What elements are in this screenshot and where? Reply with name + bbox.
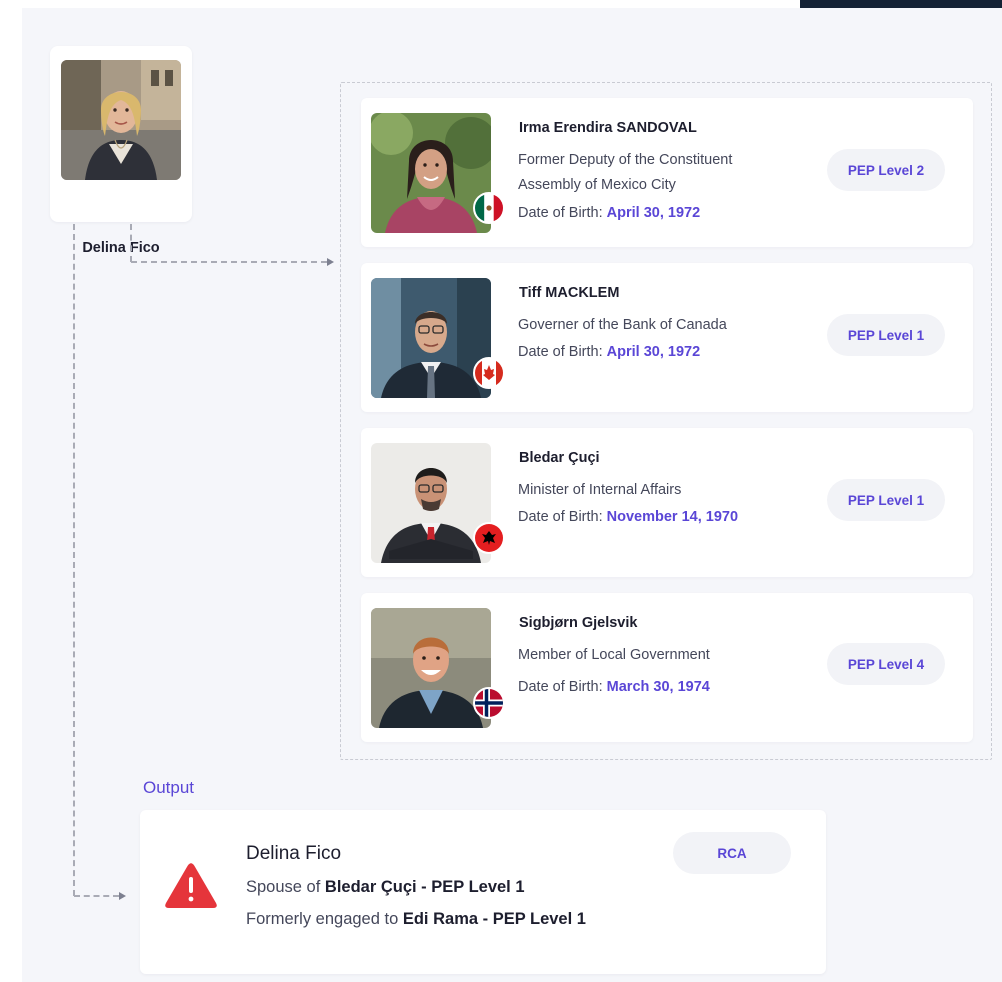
match-dob: Date of Birth: April 30, 1972	[518, 344, 700, 360]
relation-target: Bledar Çuçi - PEP Level 1	[324, 878, 525, 896]
dob-value: April 30, 1972	[606, 344, 701, 360]
subject-name: Delina Fico	[82, 240, 160, 256]
albania-flag-icon	[473, 522, 505, 554]
connector-line	[130, 224, 132, 262]
output-relation-line: Formerly engaged to Edi Rama - PEP Level…	[246, 910, 586, 929]
match-role: Former Deputy of the Constituent Assembl…	[518, 148, 818, 198]
match-photo	[371, 113, 491, 233]
match-role-line: Member of Local Government	[518, 647, 710, 663]
relation-prefix: Spouse of	[246, 878, 321, 896]
arrow-right-icon	[119, 892, 126, 900]
match-name: Sigbjørn Gjelsvik	[519, 615, 638, 631]
match-name: Irma Erendira SANDOVAL	[519, 120, 697, 136]
match-dob: Date of Birth: November 14, 1970	[518, 509, 738, 525]
warning-triangle-icon	[164, 862, 218, 910]
match-photo	[371, 443, 491, 563]
dob-value: March 30, 1974	[606, 679, 710, 695]
output-label: Output	[143, 778, 195, 797]
connector-line	[74, 895, 119, 897]
match-role-line: Minister of Internal Affairs	[518, 482, 682, 498]
connector-line	[73, 224, 75, 896]
match-dob: Date of Birth: April 30, 1972	[518, 205, 700, 221]
match-role: Governer of the Bank of Canada	[518, 313, 818, 338]
match-name: Tiff MACKLEM	[519, 285, 620, 301]
rca-badge[interactable]: RCA	[673, 832, 791, 874]
output-name: Delina Fico	[246, 843, 342, 864]
subject-card[interactable]: Delina Fico	[50, 46, 192, 256]
match-photo	[371, 278, 491, 398]
dob-value: April 30, 1972	[606, 205, 701, 221]
match-role: Member of Local Government	[518, 643, 818, 668]
pep-level-badge[interactable]: PEP Level 2	[827, 149, 945, 191]
output-relation-line: Spouse of Bledar Çuçi - PEP Level 1	[246, 878, 525, 897]
match-card[interactable]: Bledar Çuçi Minister of Internal Affairs…	[361, 428, 973, 577]
dob-label: Date of Birth:	[518, 679, 603, 695]
subject-photo	[61, 60, 181, 180]
match-name: Bledar Çuçi	[519, 450, 600, 466]
match-card[interactable]: Sigbjørn Gjelsvik Member of Local Govern…	[361, 593, 973, 742]
relation-target: Edi Rama - PEP Level 1	[402, 910, 586, 928]
match-card[interactable]: Irma Erendira SANDOVAL Former Deputy of …	[361, 98, 973, 247]
match-role-line: Assembly of Mexico City	[518, 177, 676, 193]
match-card[interactable]: Tiff MACKLEM Governer of the Bank of Can…	[361, 263, 973, 412]
match-dob: Date of Birth: March 30, 1974	[518, 679, 710, 695]
pep-level-badge[interactable]: PEP Level 1	[827, 479, 945, 521]
canvas: Delina Fico Irma Erendira SANDOVAL Forme…	[0, 0, 1002, 982]
connector-line	[131, 261, 327, 263]
arrow-right-icon	[327, 258, 334, 266]
dob-value: November 14, 1970	[606, 509, 739, 525]
canada-flag-icon	[473, 357, 505, 389]
match-photo	[371, 608, 491, 728]
pep-level-badge[interactable]: PEP Level 4	[827, 643, 945, 685]
dob-label: Date of Birth:	[518, 205, 603, 221]
output-card[interactable]: Delina Fico Spouse of Bledar Çuçi - PEP …	[140, 810, 826, 974]
pep-level-badge[interactable]: PEP Level 1	[827, 314, 945, 356]
relation-prefix: Formerly engaged to	[246, 910, 399, 928]
norway-flag-icon	[473, 687, 505, 719]
dob-label: Date of Birth:	[518, 509, 603, 525]
dob-label: Date of Birth:	[518, 344, 603, 360]
mexico-flag-icon	[473, 192, 505, 224]
match-role-line: Governer of the Bank of Canada	[518, 317, 727, 333]
match-role-line: Former Deputy of the Constituent	[518, 152, 733, 168]
match-role: Minister of Internal Affairs	[518, 478, 818, 503]
top-corner-bar	[800, 0, 1002, 8]
